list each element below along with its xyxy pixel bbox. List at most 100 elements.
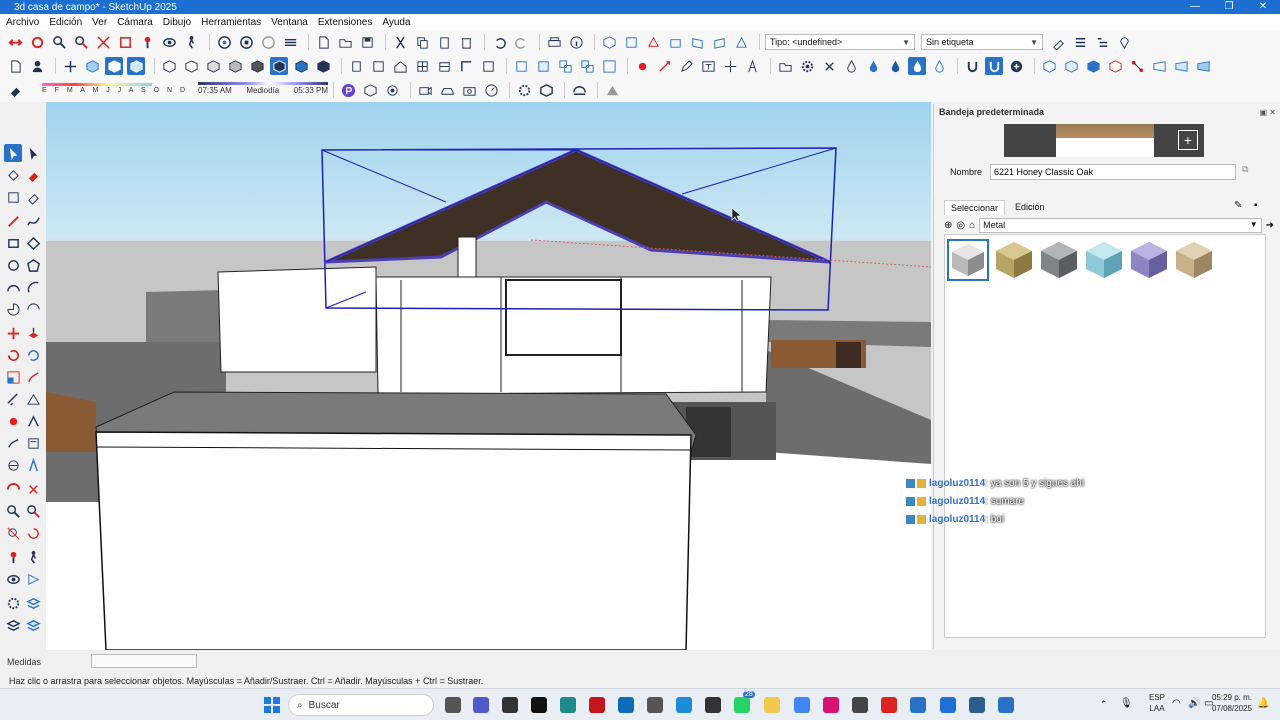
snap-active-icon[interactable]	[985, 57, 1003, 75]
orbit-icon[interactable]	[215, 33, 233, 51]
speedometer-icon[interactable]	[482, 81, 500, 99]
3d-viewport[interactable]	[46, 102, 931, 650]
select-comp-icon[interactable]	[512, 57, 530, 75]
paste-icon[interactable]	[435, 33, 453, 51]
walk-tool-icon[interactable]	[24, 548, 42, 566]
save-icon[interactable]	[358, 33, 376, 51]
redo-icon[interactable]	[512, 33, 530, 51]
text-box-icon[interactable]	[699, 57, 717, 75]
taskbar-search[interactable]: ⌕ Buscar	[288, 694, 434, 716]
zoom-tool-icon[interactable]	[4, 502, 22, 520]
menu-ver[interactable]: Ver	[92, 17, 107, 28]
dimension-icon[interactable]	[4, 412, 22, 430]
screen-icon[interactable]	[998, 697, 1014, 713]
swatch-5[interactable]	[1128, 239, 1170, 281]
drop-blue-icon[interactable]	[864, 57, 882, 75]
mic-icon[interactable]: 🎙	[1120, 698, 1133, 709]
rotate-tool-icon[interactable]	[4, 346, 22, 364]
offset-icon[interactable]	[24, 368, 42, 386]
type-combo[interactable]: Tipo: <undefined> ▼	[765, 34, 915, 50]
menu-archivo[interactable]: Archivo	[6, 17, 39, 28]
sketchup-icon[interactable]	[910, 697, 926, 713]
create-material-icon[interactable]: +	[1178, 130, 1198, 150]
arc2-icon[interactable]	[24, 278, 42, 296]
user-icon[interactable]	[28, 57, 46, 75]
walk-icon[interactable]	[182, 33, 200, 51]
hex-3-icon[interactable]	[1084, 57, 1102, 75]
section-tool-icon[interactable]	[24, 570, 42, 588]
cube-settings-icon[interactable]	[537, 81, 555, 99]
position-camera-icon[interactable]	[138, 33, 156, 51]
cut-icon[interactable]	[391, 33, 409, 51]
back-view-icon[interactable]	[688, 33, 706, 51]
orbit-tool-icon[interactable]	[4, 480, 22, 498]
calculator-icon[interactable]	[940, 697, 956, 713]
whatsapp-icon[interactable]	[734, 697, 750, 713]
explorer-icon[interactable]	[764, 697, 780, 713]
zoom-extents-tool-icon[interactable]	[4, 524, 22, 542]
axes2-icon[interactable]	[4, 434, 22, 452]
position-camera-tool-icon[interactable]	[4, 548, 22, 566]
back-icon[interactable]: ⊕	[944, 220, 952, 231]
mesh-3-icon[interactable]	[1194, 57, 1212, 75]
circle-tool-icon[interactable]	[4, 256, 22, 274]
zoom-window-icon[interactable]	[72, 33, 90, 51]
outliner-icon[interactable]	[1093, 33, 1111, 51]
chrome-icon[interactable]	[794, 697, 810, 713]
arc-tool-icon[interactable]	[570, 81, 588, 99]
clock[interactable]: 05:29 p. m. 07/08/2025	[1212, 692, 1252, 714]
drop-active-icon[interactable]	[908, 57, 926, 75]
pan-icon[interactable]	[237, 33, 255, 51]
app-icon[interactable]	[705, 697, 721, 713]
arc3-icon[interactable]	[24, 300, 42, 318]
rotated-rect-icon[interactable]	[24, 234, 42, 252]
iso-view-icon[interactable]	[600, 33, 618, 51]
menu-ventana[interactable]: Ventana	[271, 17, 308, 28]
document-icon[interactable]	[6, 57, 24, 75]
measures-input[interactable]	[91, 654, 197, 668]
roof-icon[interactable]	[603, 81, 621, 99]
style-b-icon[interactable]	[292, 57, 310, 75]
monochrome-icon[interactable]	[248, 57, 266, 75]
grid-icon[interactable]	[413, 57, 431, 75]
swatch-4[interactable]	[1083, 239, 1125, 281]
eraser-tool-icon[interactable]	[24, 166, 42, 184]
netflix-icon[interactable]	[589, 697, 605, 713]
purple-plugin-icon[interactable]	[339, 81, 357, 99]
component-icon[interactable]	[347, 57, 365, 75]
forward-icon[interactable]: ◎	[956, 220, 965, 231]
add-circle-icon[interactable]	[1007, 57, 1025, 75]
scale-icon[interactable]	[655, 57, 673, 75]
move-tool-icon[interactable]	[4, 324, 22, 342]
home-icon[interactable]: ⌂	[969, 220, 975, 231]
terminal-icon[interactable]	[560, 697, 576, 713]
zoom-extents-icon[interactable]	[94, 33, 112, 51]
nodes-icon[interactable]	[1128, 57, 1146, 75]
top-view-icon[interactable]	[622, 33, 640, 51]
component-tool-icon[interactable]	[4, 188, 22, 206]
swatch-2[interactable]	[993, 239, 1035, 281]
notifications-bell-icon[interactable]: 🔔	[1257, 698, 1269, 709]
style-active-icon[interactable]	[270, 57, 288, 75]
3d-text-tool-icon[interactable]	[24, 456, 42, 474]
shaded-icon[interactable]	[204, 57, 222, 75]
tiktok-icon[interactable]	[531, 697, 547, 713]
new-file-icon[interactable]	[314, 33, 332, 51]
store-icon[interactable]	[502, 697, 518, 713]
tab-select[interactable]: Seleccionar	[944, 200, 1006, 215]
material-name-input[interactable]	[990, 164, 1237, 180]
section-icon[interactable]	[259, 33, 277, 51]
eraser2-icon[interactable]	[24, 188, 42, 206]
axes-tool-icon[interactable]	[721, 57, 739, 75]
outlook-icon[interactable]	[618, 697, 634, 713]
swatch-1[interactable]	[947, 239, 989, 281]
settings-gear-icon[interactable]	[798, 57, 816, 75]
perspective-icon[interactable]	[732, 33, 750, 51]
github-icon[interactable]	[852, 697, 868, 713]
wifi-icon[interactable]: ◠	[1172, 698, 1181, 709]
month-slider[interactable]: E F M A M J J A S O N D	[42, 82, 188, 94]
search-gear-icon[interactable]	[4, 594, 22, 612]
style-c-icon[interactable]	[314, 57, 332, 75]
sketchup-active-icon[interactable]	[969, 697, 985, 713]
lasso-icon[interactable]	[24, 144, 42, 162]
